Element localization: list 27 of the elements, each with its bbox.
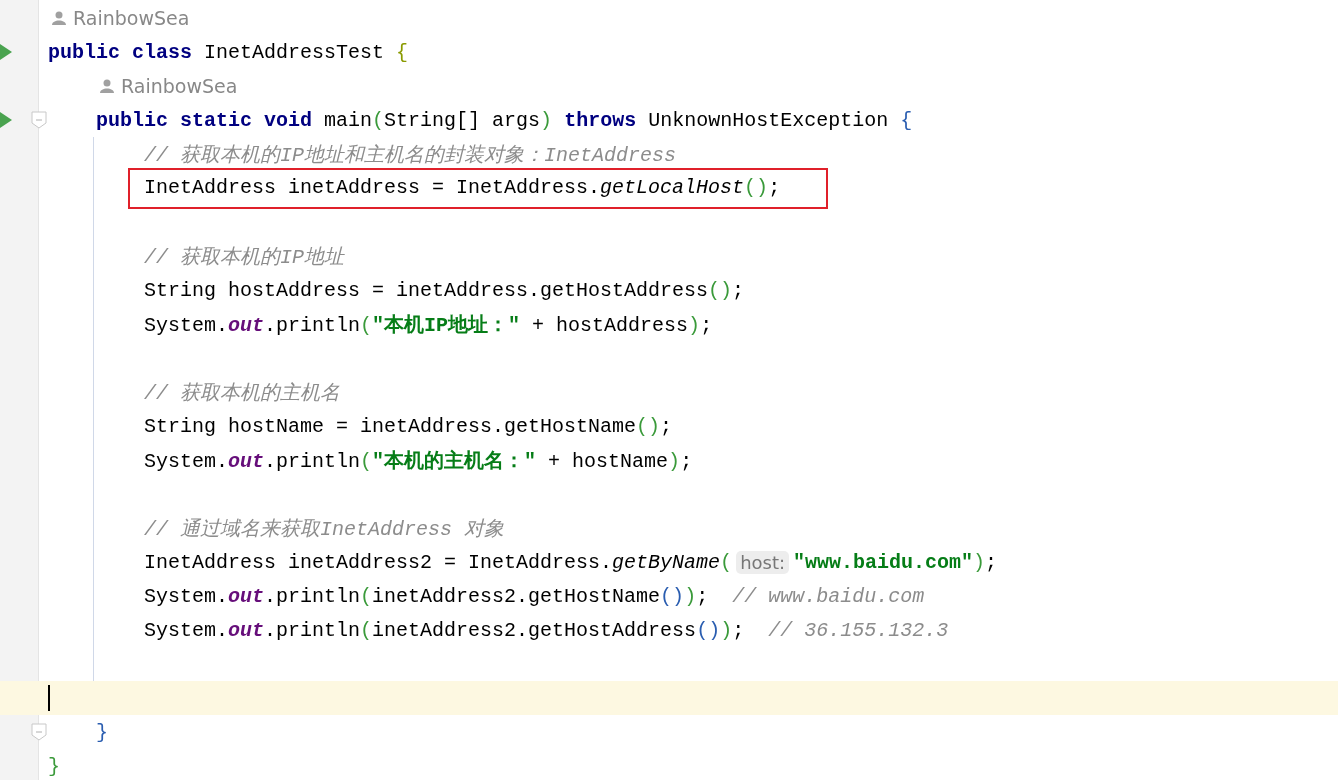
code-text: String hostName = inetAddress.getHostName(); [144,414,673,438]
person-icon [52,11,66,25]
run-icon[interactable] [0,44,12,60]
code-text: "www.baidu.com"); [793,550,998,574]
code-text: System.out.println(inetAddress2.getHostAddress()); // 36.155.132.3 [144,618,949,642]
author-hint[interactable]: RainbowSea [121,75,238,97]
fold-marker-icon[interactable] [31,111,47,129]
code-text: System.out.println(inetAddress2.getHostName()); // www.baidu.com [144,584,925,608]
fold-marker-icon[interactable] [31,723,47,741]
code-text: System.out.println("本机IP地址：" + hostAddress); [144,312,713,338]
parameter-hint: host: [736,550,790,574]
code-text: } [48,754,60,778]
run-icon[interactable] [0,112,12,128]
person-icon [100,79,114,93]
code-text: // 通过域名来获取InetAddress 对象 [144,516,505,542]
code-text: public static void main(String[] args) throws UnknownHostException { [96,108,913,132]
code-text: InetAddress inetAddress2 = InetAddress.getByName( [144,550,733,574]
code-text: public class InetAddressTest { [48,40,409,64]
code-text: } [96,720,108,744]
code-text: // 获取本机的主机名 [144,380,340,406]
text-cursor [48,685,50,711]
code-text: // 获取本机的IP地址和主机名的封装对象：InetAddress [144,142,677,168]
author-hint[interactable]: RainbowSea [73,7,190,29]
code-text: // 获取本机的IP地址 [144,244,344,270]
code-text: InetAddress inetAddress = InetAddress.getLocalHost(); [144,175,781,199]
code-text: String hostAddress = inetAddress.getHostAddress(); [144,278,745,302]
code-text: System.out.println("本机的主机名：" + hostName); [144,448,693,474]
